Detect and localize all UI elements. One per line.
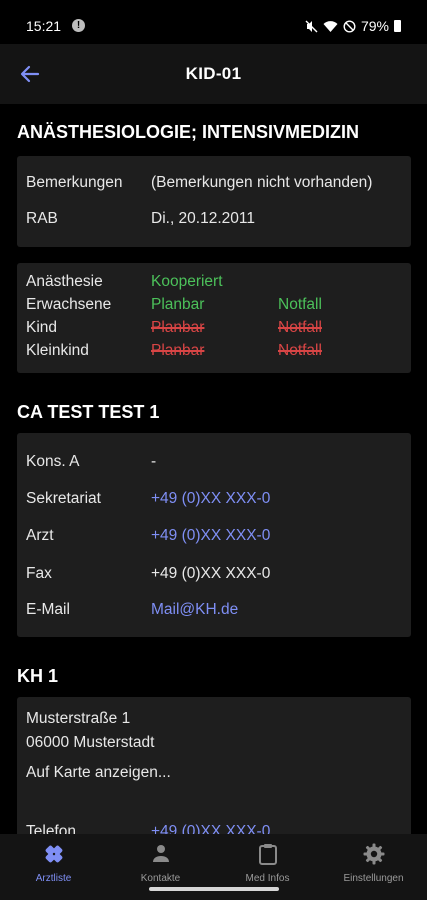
nav-label-kontakte: Kontakte	[140, 873, 181, 884]
secretariat-label: Sekretariat	[26, 490, 101, 507]
kons-label: Kons. A	[26, 453, 80, 470]
child-label: Kind	[26, 319, 58, 336]
kons-row: Kons. A -	[26, 453, 156, 471]
remarks-label: Bemerkungen	[26, 174, 123, 191]
infant-notfall: Notfall	[278, 342, 322, 359]
address-card: Musterstraße 1 06000 Musterstadt Auf Kar…	[17, 697, 411, 834]
rab-value: Di., 20.12.2011	[151, 210, 255, 227]
availability-card: Anästhesie Kooperiert Erwachsene Planbar…	[17, 263, 411, 373]
rab-label: RAB	[26, 210, 58, 227]
nav-label-med-infos: Med Infos	[245, 873, 290, 884]
nav-tab-einstellungen[interactable]: Einstellungen	[320, 834, 427, 900]
contacts-card: Kons. A - Sekretariat +49 (0)XX XXX-0 Ar…	[17, 433, 411, 637]
remarks-card: Bemerkungen (Bemerkungen nicht vorhanden…	[17, 156, 411, 247]
secretariat-phone-link[interactable]: +49 (0)XX XXX-0	[151, 490, 270, 508]
secretariat-row: Sekretariat +49 (0)XX XXX-0	[26, 490, 270, 508]
hospital-phone-link[interactable]: +49 (0)XX XXX-0	[151, 823, 270, 834]
page-title: KID-01	[185, 64, 242, 83]
city-text: 06000 Musterstadt	[26, 734, 155, 751]
infant-label: Kleinkind	[26, 342, 89, 359]
wifi-icon	[323, 20, 338, 32]
adults-label: Erwachsene	[26, 296, 112, 313]
mute-icon	[305, 20, 318, 32]
status-time: 15:21	[26, 18, 62, 34]
doctor-phone-link[interactable]: +49 (0)XX XXX-0	[151, 527, 270, 545]
email-row: E-Mail Mail@KH.de	[26, 601, 238, 619]
fax-row: Fax +49 (0)XX XXX-0	[26, 565, 270, 583]
person-icon	[152, 845, 169, 862]
doctor-label: Arzt	[26, 527, 54, 544]
infant-planbar: Planbar	[151, 342, 205, 359]
anaesthesia-label: Anästhesie	[26, 273, 103, 290]
street-text: Musterstraße 1	[26, 710, 131, 727]
phone-label: Telefon	[26, 823, 76, 834]
nav-label-arztliste: Arztliste	[35, 873, 72, 884]
anaesthesia-status: Kooperiert	[151, 273, 223, 290]
show-on-map-link[interactable]: Auf Karte anzeigen...	[26, 764, 171, 782]
notification-info-icon: !	[72, 19, 85, 32]
department-title: ANÄSTHESIOLOGIE; INTENSIVMEDIZIN	[17, 122, 360, 142]
phone-row: Telefon +49 (0)XX XXX-0	[26, 823, 270, 834]
fax-label: Fax	[26, 565, 52, 582]
doctor-row: Arzt +49 (0)XX XXX-0	[26, 527, 270, 545]
contact-person-title: CA TEST TEST 1	[17, 402, 160, 422]
child-planbar: Planbar	[151, 319, 205, 336]
kons-value: -	[151, 453, 157, 470]
home-indicator	[149, 887, 279, 891]
remarks-value: (Bemerkungen nicht vorhanden)	[151, 174, 373, 191]
nav-tab-arztliste[interactable]: Arztliste	[0, 834, 107, 900]
email-label: E-Mail	[26, 601, 70, 618]
detail-scroll-view[interactable]: ANÄSTHESIOLOGIE; INTENSIVMEDIZIN Bemerku…	[0, 104, 427, 834]
status-bar: 15:21 ! 79%	[0, 0, 427, 44]
battery-icon	[394, 20, 401, 32]
rab-row: RAB Di., 20.12.2011	[26, 210, 255, 228]
hospital-title: KH 1	[17, 666, 59, 686]
do-not-disturb-icon	[343, 19, 356, 33]
fax-value: +49 (0)XX XXX-0	[151, 565, 271, 582]
adults-planbar: Planbar	[151, 296, 205, 313]
status-icons: 79%	[305, 18, 401, 34]
battery-percent: 79%	[360, 18, 389, 34]
app-bar: KID-01	[0, 44, 427, 104]
child-notfall: Notfall	[278, 319, 322, 336]
email-link[interactable]: Mail@KH.de	[151, 601, 238, 619]
gear-icon	[363, 843, 384, 865]
clipboard-icon	[258, 844, 277, 865]
bandage-icon	[45, 845, 62, 863]
adults-notfall: Notfall	[278, 296, 322, 313]
nav-label-einstellungen: Einstellungen	[343, 873, 404, 884]
remarks-row: Bemerkungen (Bemerkungen nicht vorhanden…	[26, 174, 372, 192]
